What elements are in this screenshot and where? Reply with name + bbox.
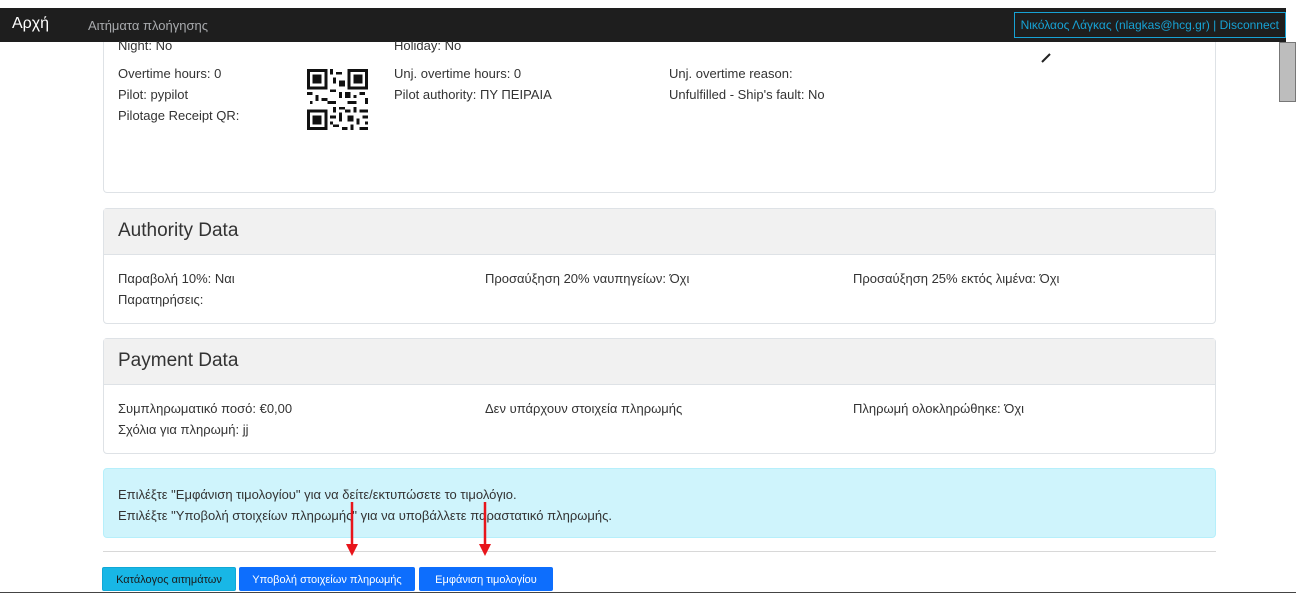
alert-line-invoice: Επιλέξτε "Εμφάνιση τιμολογίου" για να δε… — [118, 487, 517, 502]
home-link[interactable]: Αρχή — [12, 15, 49, 33]
unj-overtime-hours-field: Unj. overtime hours: 0 — [394, 66, 522, 81]
remarks-field: Παρατηρήσεις: — [118, 292, 204, 307]
payment-comments-field: Σχόλια για πληρωμή: jj — [118, 422, 249, 437]
bottom-divider — [0, 592, 1296, 593]
night-field: Night: No — [118, 38, 173, 53]
top-navbar: Αρχή Αιτήματα πλοήγησης Νικόλαος Λάγκας … — [0, 8, 1286, 42]
show-invoice-button[interactable]: Εμφάνιση τιμολογίου — [419, 567, 553, 591]
pilot-authority-field: Pilot authority: ΠΥ ΠΕΙΡΑΙΑ — [394, 87, 552, 102]
payment-data-title: Payment Data — [104, 339, 1215, 385]
pilotage-details-card: Night: No Holiday: No Overtime hours: 0 … — [103, 38, 1216, 193]
pilot-field: Pilot: pypilot — [118, 87, 189, 102]
surcharge-shipyards-field: Προσαύξηση 20% ναυπηγείων: Όχι — [485, 271, 690, 286]
submit-payment-button[interactable]: Υποβολή στοιχείων πληρωμής — [239, 567, 415, 591]
annotation-arrow-invoice-icon — [479, 502, 491, 556]
payment-data-card: Payment Data Συμπληρωματικό ποσό: €0,00 … — [103, 338, 1216, 454]
user-disconnect-link[interactable]: Νικόλαος Λάγκας (nlagkas@hcg.gr) | Disco… — [1013, 12, 1286, 38]
payment-completed-field: Πληρωμή ολοκληρώθηκε: Όχι — [853, 401, 1025, 416]
authority-data-title: Authority Data — [104, 209, 1215, 255]
receipt-qr-label: Pilotage Receipt QR: — [118, 108, 240, 123]
info-alert: Επιλέξτε "Εμφάνιση τιμολογίου" για να δε… — [103, 468, 1216, 538]
pilotage-receipt-qr-code — [301, 63, 374, 136]
pilotage-requests-link[interactable]: Αιτήματα πλοήγησης — [88, 18, 208, 33]
unfulfilled-field: Unfulfilled - Ship's fault: No — [669, 87, 825, 102]
surcharge-outside-port-field: Προσαύξηση 25% εκτός λιμένα: Όχι — [853, 271, 1060, 286]
divider — [103, 551, 1216, 552]
unj-overtime-reason-field: Unj. overtime reason: — [669, 66, 793, 81]
additional-amount-field: Συμπληρωματικό ποσό: €0,00 — [118, 401, 293, 416]
chevron-mark-icon — [1041, 53, 1051, 63]
requests-list-button[interactable]: Κατάλογος αιτημάτων — [102, 567, 236, 591]
annotation-arrow-submit-icon — [346, 502, 358, 556]
no-payment-data-text: Δεν υπάρχουν στοιχεία πληρωμής — [485, 401, 683, 416]
side-badge — [1279, 42, 1296, 102]
overtime-hours-field: Overtime hours: 0 — [118, 66, 222, 81]
fee-field: Παραβολή 10%: Ναι — [118, 271, 235, 286]
alert-line-payment: Επιλέξτε "Υποβολή στοιχείων πληρωμής" γι… — [118, 508, 612, 523]
authority-data-card: Authority Data Παραβολή 10%: Ναι Προσαύξ… — [103, 208, 1216, 324]
holiday-field: Holiday: No — [394, 38, 462, 53]
